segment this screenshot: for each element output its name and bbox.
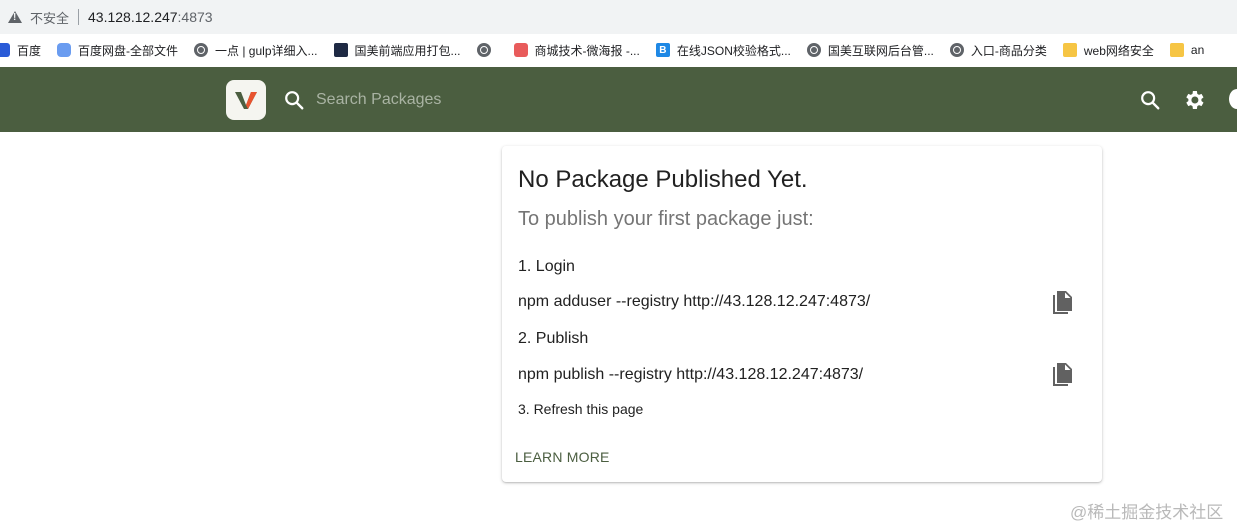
- bj-icon: B: [655, 43, 670, 57]
- security-label[interactable]: 不安全: [30, 8, 69, 27]
- search-button[interactable]: [1137, 87, 1163, 113]
- search-input[interactable]: [314, 85, 718, 115]
- bookmark-item[interactable]: 国美前端应用打包...: [333, 42, 461, 59]
- bookmark-label: 入口-商品分类: [970, 43, 1047, 58]
- url-host[interactable]: 43.128.12.247: [88, 9, 178, 25]
- address-divider: [78, 9, 80, 25]
- bookmark-item[interactable]: 百度: [0, 42, 41, 59]
- step-refresh: 3. Refresh this page: [518, 401, 644, 417]
- bookmark-item[interactable]: web网络安全: [1062, 42, 1154, 59]
- step-publish: 2. Publish: [518, 330, 589, 347]
- bookmark-label: web网络安全: [1083, 43, 1154, 58]
- bookmark-label: an: [1190, 43, 1205, 57]
- card-subtitle: To publish your first package just:: [518, 208, 814, 230]
- publish-command: npm publish --registry http://43.128.12.…: [518, 366, 864, 383]
- folder-icon: [1169, 43, 1184, 57]
- bookmark-item[interactable]: B 在线JSON校验格式...: [655, 42, 791, 59]
- bookmark-label: 商城技术-微海报 -...: [534, 43, 640, 58]
- search-icon: [1141, 91, 1160, 110]
- bookmark-label: 国美前端应用打包...: [354, 43, 461, 58]
- app-header: [0, 67, 1237, 132]
- bookmark-item[interactable]: an: [1169, 43, 1205, 57]
- image-icon: [333, 43, 348, 57]
- bookmarks-bar: 百度 百度网盘-全部文件 一点 | gulp详细入... 国美前端应用打包...…: [0, 34, 1237, 66]
- adduser-command: npm adduser --registry http://43.128.12.…: [518, 293, 871, 310]
- url-port[interactable]: :4873: [178, 9, 213, 25]
- bookmark-item[interactable]: 商城技术-微海报 -...: [513, 42, 640, 59]
- copy-icon[interactable]: [1050, 362, 1074, 388]
- cloud-icon: [57, 43, 72, 57]
- bookmark-label: 一点 | gulp详细入...: [215, 43, 318, 58]
- globe-icon: [806, 43, 821, 57]
- search-icon: [285, 91, 304, 110]
- verdaccio-logo[interactable]: [226, 80, 266, 120]
- copy-icon[interactable]: [1050, 290, 1074, 316]
- bookmark-label: 国美互联网后台管...: [827, 43, 934, 58]
- warning-icon: [8, 11, 22, 23]
- bookmark-item[interactable]: 一点 | gulp详细入...: [194, 42, 318, 59]
- settings-button[interactable]: [1181, 87, 1207, 113]
- step-login: 1. Login: [518, 258, 575, 275]
- globe-icon: [476, 43, 491, 57]
- address-bar[interactable]: 不安全 43.128.12.247 :4873: [0, 0, 1237, 35]
- watermark: @稀土掘金技术社区: [1070, 503, 1224, 522]
- bookmark-item[interactable]: 入口-商品分类: [949, 42, 1047, 59]
- card-title: No Package Published Yet.: [518, 166, 808, 193]
- bookmark-label: 百度网盘-全部文件: [78, 43, 179, 58]
- dots-icon: [513, 43, 528, 57]
- globe-icon: [194, 43, 209, 57]
- bookmark-label: 在线JSON校验格式...: [676, 43, 791, 58]
- logo-icon: [235, 92, 257, 109]
- bookmark-item[interactable]: 国美互联网后台管...: [806, 42, 934, 59]
- bookmark-item[interactable]: 百度网盘-全部文件: [57, 42, 178, 59]
- bookmark-item[interactable]: [476, 43, 498, 57]
- empty-packages-card: No Package Published Yet. To publish you…: [502, 146, 1102, 482]
- bookmark-label: 百度: [17, 43, 42, 58]
- gear-icon: [1186, 91, 1204, 109]
- learn-more-button[interactable]: LEARN MORE: [515, 449, 610, 465]
- paw-icon: [0, 43, 10, 57]
- folder-icon: [1062, 43, 1077, 57]
- globe-icon: [949, 43, 964, 57]
